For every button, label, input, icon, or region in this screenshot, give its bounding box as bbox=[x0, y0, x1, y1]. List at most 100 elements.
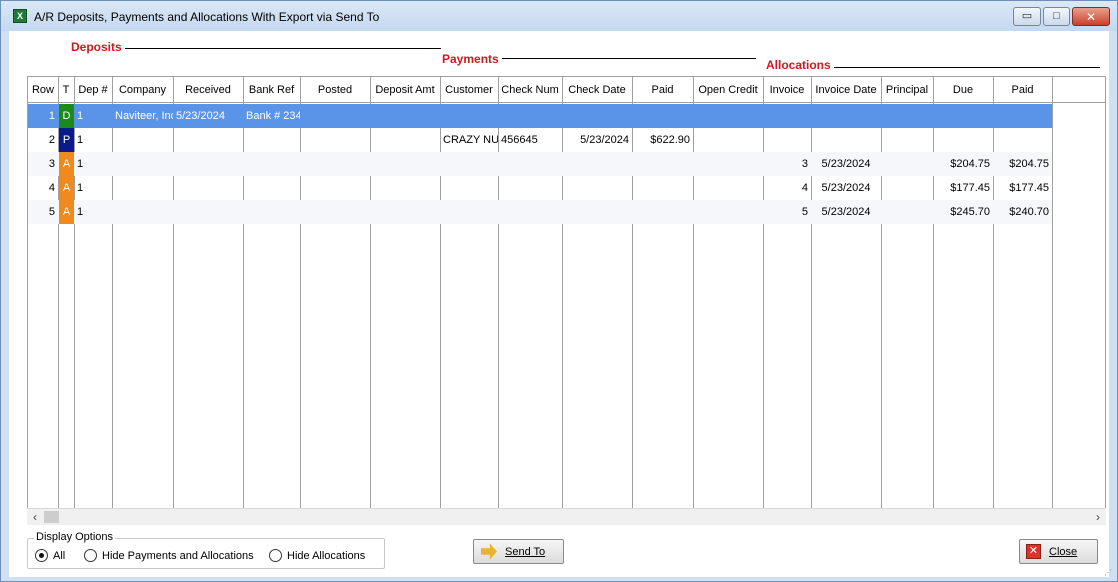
col-header-invoice-date[interactable]: Invoice Date bbox=[811, 77, 881, 103]
transactions-grid[interactable]: Row T Dep # Company Received Bank Ref Po… bbox=[27, 76, 1106, 525]
radio-all[interactable]: All bbox=[35, 549, 65, 562]
allocations-rule bbox=[827, 67, 1100, 68]
window-title: A/R Deposits, Payments and Allocations W… bbox=[34, 10, 380, 24]
col-header-paid[interactable]: Paid bbox=[632, 77, 693, 103]
radio-hide-payments-allocations[interactable]: Hide Payments and Allocations bbox=[84, 549, 254, 562]
close-x-icon: ✕ bbox=[1026, 544, 1041, 559]
col-header-type[interactable]: T bbox=[58, 77, 74, 103]
excel-icon: X bbox=[13, 9, 27, 23]
dep-num-cell: 1 bbox=[77, 206, 84, 218]
invoice-date-cell: 5/23/2024 bbox=[821, 206, 871, 218]
dep-num-cell: 1 bbox=[77, 110, 84, 122]
type-cell: A bbox=[59, 152, 74, 176]
received-cell: 5/23/2024 bbox=[176, 110, 225, 122]
col-header-bank-ref[interactable]: Bank Ref bbox=[243, 77, 300, 103]
alloc-paid-cell: $240.70 bbox=[1009, 206, 1049, 218]
minimize-button[interactable]: ▭ bbox=[1013, 7, 1041, 26]
close-icon: ✕ bbox=[1085, 9, 1097, 24]
payments-rule bbox=[495, 58, 756, 59]
send-to-button[interactable]: Send To bbox=[473, 539, 564, 564]
col-header-posted[interactable]: Posted bbox=[300, 77, 370, 103]
window-close-button[interactable]: ✕ bbox=[1072, 7, 1110, 26]
maximize-icon: □ bbox=[1053, 10, 1060, 22]
check-num-cell: 456645 bbox=[501, 134, 538, 146]
alloc-paid-cell: $177.45 bbox=[1009, 182, 1049, 194]
col-header-deposit-amt[interactable]: Deposit Amt bbox=[370, 77, 440, 103]
grid-header: Row T Dep # Company Received Bank Ref Po… bbox=[28, 77, 1105, 103]
row-number: 1 bbox=[48, 110, 55, 122]
col-header-alloc-paid[interactable]: Paid bbox=[993, 77, 1052, 103]
radio-hide-payments-allocations-label: Hide Payments and Allocations bbox=[102, 549, 254, 562]
invoice-date-cell: 5/23/2024 bbox=[821, 158, 871, 170]
chevron-right-icon: › bbox=[1096, 510, 1100, 524]
scroll-thumb[interactable] bbox=[44, 511, 59, 523]
table-row[interactable]: 2 P 1 CRAZY NUTS 456645 5/23/2024 $622.9… bbox=[28, 128, 1052, 152]
col-header-company[interactable]: Company bbox=[112, 77, 173, 103]
radio-hide-allocations-label: Hide Allocations bbox=[287, 549, 366, 562]
row-number: 5 bbox=[48, 206, 55, 218]
chevron-left-icon: ‹ bbox=[33, 510, 37, 524]
type-cell: P bbox=[59, 128, 74, 152]
col-header-check-date[interactable]: Check Date bbox=[562, 77, 632, 103]
send-arrow-icon bbox=[481, 543, 497, 560]
paid-cell: $622.90 bbox=[650, 134, 690, 146]
radio-all-label: All bbox=[53, 549, 66, 562]
company-cell: Naviteer, Inc. bbox=[115, 110, 173, 122]
radio-unselected-icon bbox=[84, 549, 97, 562]
display-options-group: Display Options All Hide Payments and Al… bbox=[27, 531, 385, 569]
invoice-date-cell: 5/23/2024 bbox=[821, 182, 871, 194]
table-row[interactable]: 1 D 1 Naviteer, Inc. 5/23/2024 Bank # 23… bbox=[28, 104, 1052, 128]
invoice-cell: 3 bbox=[801, 158, 808, 170]
send-to-label: Send To bbox=[505, 545, 546, 558]
bank-ref-cell: Bank # 234 bbox=[246, 110, 300, 122]
dep-num-cell: 1 bbox=[77, 182, 84, 194]
client-area: Deposits Payments Allocations Row T Dep … bbox=[9, 31, 1109, 577]
col-header-principal[interactable]: Principal bbox=[881, 77, 933, 103]
col-header-invoice[interactable]: Invoice bbox=[763, 77, 811, 103]
radio-unselected-icon bbox=[269, 549, 282, 562]
col-header-due[interactable]: Due bbox=[933, 77, 993, 103]
invoice-cell: 4 bbox=[801, 182, 808, 194]
col-header-check-num[interactable]: Check Num bbox=[498, 77, 562, 103]
type-cell: A bbox=[59, 200, 74, 224]
deposits-rule bbox=[125, 48, 441, 49]
dep-num-cell: 1 bbox=[77, 134, 84, 146]
allocations-section-label: Allocations bbox=[766, 58, 834, 72]
col-header-received[interactable]: Received bbox=[173, 77, 243, 103]
due-cell: $177.45 bbox=[950, 182, 990, 194]
row-number: 2 bbox=[48, 134, 55, 146]
table-row[interactable]: 5 A 1 5 5/23/2024 $245.70 $240.70 bbox=[28, 200, 1052, 224]
horizontal-scrollbar[interactable]: ‹ › bbox=[27, 508, 1106, 525]
col-header-open-credit[interactable]: Open Credit bbox=[693, 77, 763, 103]
minimize-icon: ▭ bbox=[1021, 10, 1033, 22]
close-label: Close bbox=[1049, 545, 1078, 558]
resize-grip-icon[interactable]: ⋰ bbox=[1104, 568, 1114, 578]
radio-hide-allocations[interactable]: Hide Allocations bbox=[269, 549, 365, 562]
scroll-left-button[interactable]: ‹ bbox=[27, 510, 43, 525]
dep-num-cell: 1 bbox=[77, 158, 84, 170]
check-date-cell: 5/23/2024 bbox=[580, 134, 629, 146]
table-row[interactable]: 4 A 1 4 5/23/2024 $177.45 $177.45 bbox=[28, 176, 1052, 200]
alloc-paid-cell: $204.75 bbox=[1009, 158, 1049, 170]
display-options-title: Display Options bbox=[34, 531, 116, 543]
radio-selected-icon bbox=[35, 549, 48, 562]
col-header-row[interactable]: Row bbox=[28, 77, 58, 103]
customer-cell: CRAZY NUTS bbox=[443, 134, 498, 146]
title-bar[interactable]: X A/R Deposits, Payments and Allocations… bbox=[1, 1, 1117, 31]
type-cell: D bbox=[59, 104, 74, 128]
row-number: 3 bbox=[48, 158, 55, 170]
due-cell: $245.70 bbox=[950, 206, 990, 218]
maximize-button[interactable]: □ bbox=[1043, 7, 1070, 26]
close-button[interactable]: ✕ Close bbox=[1019, 539, 1098, 564]
scroll-right-button[interactable]: › bbox=[1090, 510, 1106, 525]
type-cell: A bbox=[59, 176, 74, 200]
deposits-section-label: Deposits bbox=[71, 40, 125, 54]
col-header-dep-num[interactable]: Dep # bbox=[74, 77, 112, 103]
row-number: 4 bbox=[48, 182, 55, 194]
payments-section-label: Payments bbox=[442, 52, 502, 66]
due-cell: $204.75 bbox=[950, 158, 990, 170]
col-header-customer[interactable]: Customer bbox=[440, 77, 498, 103]
table-row[interactable]: 3 A 1 3 5/23/2024 $204.75 $204.75 bbox=[28, 152, 1052, 176]
invoice-cell: 5 bbox=[801, 206, 808, 218]
main-window: X A/R Deposits, Payments and Allocations… bbox=[0, 0, 1118, 582]
